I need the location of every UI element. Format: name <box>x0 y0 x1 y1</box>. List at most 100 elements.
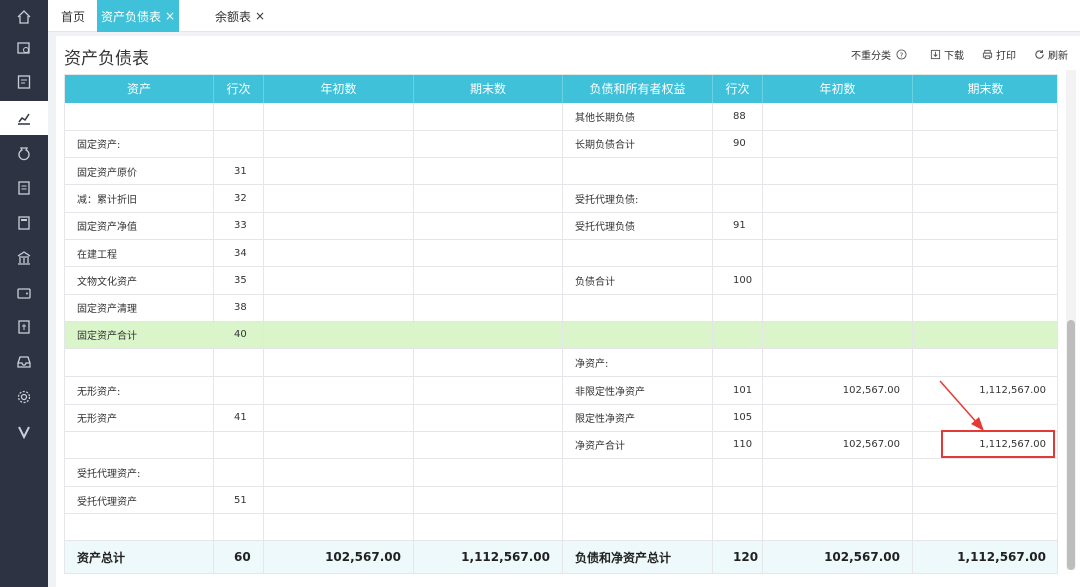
no-reclass-toggle[interactable]: 不重分类 ? <box>851 47 907 62</box>
table-cell: 1,112,567.00 <box>913 541 1057 573</box>
sidebar-item-ledger[interactable] <box>0 65 48 99</box>
table-cell: 固定资产清理 <box>65 294 214 321</box>
v-logo-icon <box>18 426 30 440</box>
table-cell <box>214 431 264 458</box>
table-cell <box>913 459 1057 486</box>
table-cell <box>763 103 913 130</box>
table-cell <box>264 514 414 540</box>
table-cell <box>913 131 1057 158</box>
table-cell <box>264 240 414 266</box>
column-header[interactable]: 年初数 <box>264 75 414 103</box>
table-cell <box>913 322 1057 349</box>
sidebar-item-v-logo[interactable] <box>0 415 48 449</box>
sidebar-item-wallet[interactable] <box>0 276 48 310</box>
sidebar-item-report-chart[interactable] <box>0 101 48 135</box>
close-tab-icon[interactable]: × <box>255 9 265 23</box>
bank-icon <box>17 251 31 265</box>
invoice-icon <box>18 320 30 334</box>
help-icon[interactable]: ? <box>896 49 907 60</box>
table-cell <box>264 185 414 212</box>
table-cell: 32 <box>214 185 264 212</box>
table-row: 固定资产原价 31 <box>65 158 1057 185</box>
table-cell: 60 <box>214 541 264 573</box>
table-cell <box>563 514 713 540</box>
column-header[interactable]: 年初数 <box>763 75 913 103</box>
close-tab-icon[interactable]: × <box>165 9 175 23</box>
table-cell <box>414 103 563 130</box>
home-icon <box>17 10 31 24</box>
table-row <box>65 514 1057 541</box>
column-header[interactable]: 行次 <box>214 75 264 103</box>
table-cell <box>913 158 1057 184</box>
table-cell: 102,567.00 <box>763 431 913 458</box>
table-cell <box>763 459 913 486</box>
sidebar-item-money-bag[interactable] <box>0 136 48 170</box>
table-row: 无形资产 41 限定性净资产 105 <box>65 404 1057 432</box>
sidebar-item-home[interactable] <box>0 0 48 34</box>
table-cell: 100 <box>713 267 763 294</box>
refresh-button[interactable]: 刷新 <box>1034 47 1068 62</box>
table-cell <box>264 487 414 513</box>
table-cell <box>264 431 414 458</box>
table-cell <box>763 158 913 184</box>
table-cell <box>264 103 414 130</box>
sidebar-item-invoice[interactable] <box>0 310 48 344</box>
table-cell: 固定资产: <box>65 130 214 157</box>
refresh-icon <box>1035 50 1044 59</box>
table-cell <box>913 487 1057 513</box>
vertical-scrollbar[interactable] <box>1066 70 1076 570</box>
column-header[interactable]: 资产 <box>65 75 214 103</box>
report-chart-icon <box>18 113 30 125</box>
table-cell: 41 <box>214 404 264 431</box>
download-label: 下载 <box>944 51 964 62</box>
table-cell <box>913 213 1057 240</box>
table-cell <box>414 349 563 376</box>
table-cell: 固定资产原价 <box>65 158 214 184</box>
table-row: 受托代理资产: <box>65 459 1057 487</box>
table-cell <box>214 349 264 376</box>
column-header[interactable]: 行次 <box>713 75 763 103</box>
table-cell: 固定资产合计 <box>65 321 214 348</box>
voucher-search-icon <box>17 42 30 54</box>
table-cell <box>913 267 1057 294</box>
print-button[interactable]: 打印 <box>982 47 1016 62</box>
table-row: 资产总计 60 102,567.00 1,112,567.00 负债和净资产总计 120 1… <box>65 541 1057 573</box>
table-cell <box>913 103 1057 130</box>
table-row: 无形资产: 非限定性净资产 101 102,567.00 1,112,567.00 <box>65 377 1057 405</box>
table-cell <box>414 185 563 212</box>
table-cell <box>763 240 913 266</box>
tab-2[interactable]: 余额表 × <box>197 0 283 32</box>
table-cell <box>763 294 913 321</box>
table-cell <box>913 405 1057 431</box>
table-cell: 无形资产 <box>65 404 214 431</box>
table-cell <box>414 158 563 184</box>
balance-sheet-table: 资产 行次 年初数 期末数 负债和所有者权益 行次 年初数 期末数 其他长期负债 88 固定资产:… <box>64 74 1058 574</box>
sidebar-item-voucher-search[interactable] <box>0 31 48 65</box>
column-header[interactable]: 期末数 <box>414 75 563 103</box>
table-row: 固定资产合计 40 <box>65 321 1057 349</box>
download-button[interactable]: 下载 <box>930 47 964 62</box>
table-cell <box>563 487 713 513</box>
table-cell <box>713 294 763 321</box>
sidebar-item-settings[interactable] <box>0 380 48 414</box>
tab-0[interactable]: 首页 <box>48 0 98 32</box>
table-cell <box>264 294 414 321</box>
column-header[interactable]: 负债和所有者权益 <box>563 75 713 103</box>
sidebar-item-inbox[interactable] <box>0 345 48 379</box>
tab-1[interactable]: 资产负债表 × <box>97 0 179 32</box>
table-cell: 102,567.00 <box>763 377 913 404</box>
scrollbar-thumb[interactable] <box>1067 320 1075 570</box>
table-cell <box>264 459 414 486</box>
table-cell <box>414 267 563 294</box>
table-cell <box>414 294 563 321</box>
sidebar-item-calculator[interactable] <box>0 206 48 240</box>
table-cell <box>763 487 913 513</box>
table-cell <box>763 321 913 348</box>
download-icon <box>930 49 941 60</box>
sidebar-item-document[interactable] <box>0 171 48 205</box>
table-cell <box>763 212 913 239</box>
table-cell <box>414 212 563 239</box>
column-header[interactable]: 期末数 <box>913 75 1057 103</box>
table-cell <box>913 514 1057 540</box>
sidebar-item-bank[interactable] <box>0 241 48 275</box>
